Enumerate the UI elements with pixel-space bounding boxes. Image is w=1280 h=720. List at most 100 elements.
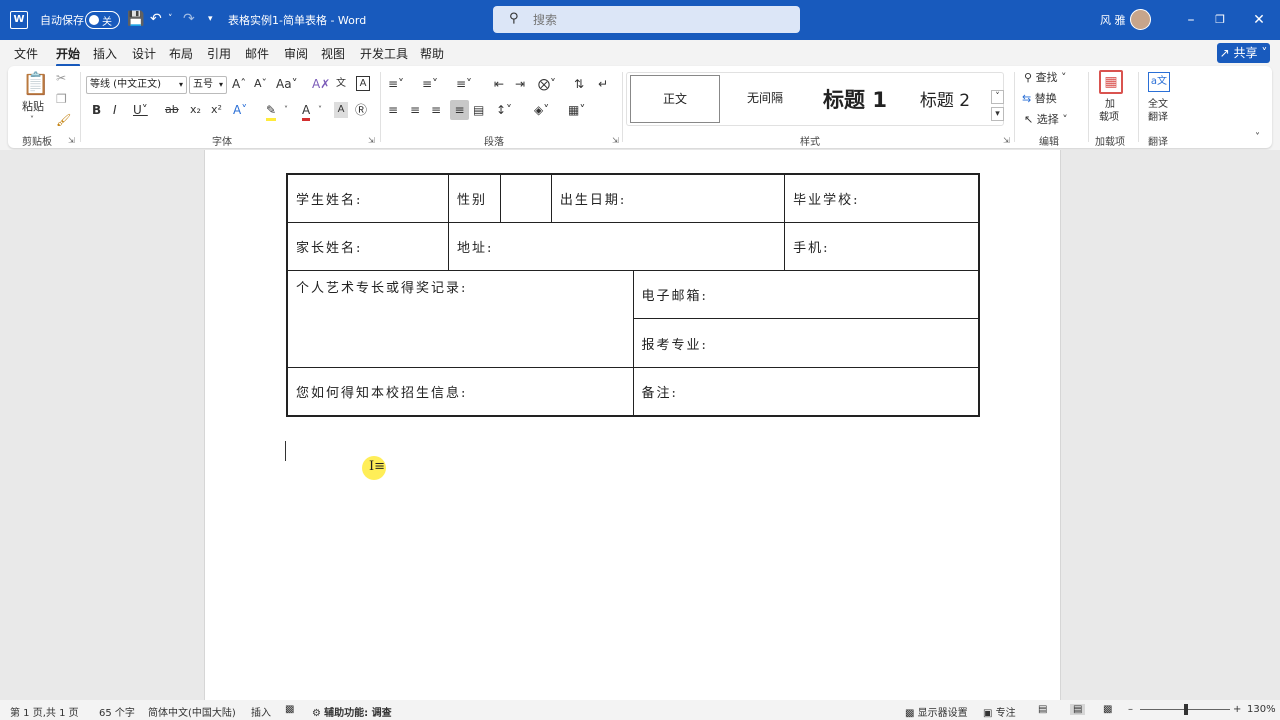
show-marks-icon[interactable]: ↵ [598,76,608,92]
paste-dropdown-icon[interactable]: ˅ [30,112,34,128]
minimize-icon[interactable]: – [1178,8,1204,32]
underline-icon[interactable]: U˅ [133,102,148,118]
redo-icon[interactable]: ↷ [183,10,195,28]
styles-more-icon[interactable]: ▾ [991,107,1004,121]
read-mode-icon[interactable]: ▤ [1038,704,1047,715]
close-icon[interactable]: ✕ [1246,8,1272,32]
italic-icon[interactable]: I [113,102,117,118]
address-cell[interactable]: 地址: [448,221,786,271]
shading-icon[interactable]: ◈˅ [534,102,549,118]
customize-toolbar-icon[interactable]: ▾ [208,10,213,28]
style-heading-2[interactable]: 标题 2 [900,75,990,123]
translate-icon[interactable]: a文 [1148,72,1170,92]
decrease-indent-icon[interactable]: ⇤ [494,76,504,92]
addins-icon[interactable]: ▦ [1099,70,1123,94]
avatar[interactable] [1130,9,1151,30]
increase-indent-icon[interactable]: ⇥ [515,76,525,92]
style-normal[interactable]: 正文 [630,75,720,123]
parent-name-cell[interactable]: 家长姓名: [286,221,450,271]
major-cell[interactable]: 报考专业: [632,318,980,369]
styles-scroll-down-icon[interactable]: ˅ [991,90,1004,104]
addins-label-line2[interactable]: 载项 [1099,110,1119,126]
undo-icon[interactable]: ↶ [150,10,162,28]
cut-icon[interactable]: ✂ [56,70,66,86]
page-info[interactable]: 第 1 页,共 1 页 [10,704,79,719]
gender-cell[interactable]: 性别 [448,173,501,223]
translate-label-line2[interactable]: 翻译 [1148,110,1168,126]
font-name-select[interactable]: 等线 (中文正文) ▾ [86,76,187,94]
copy-icon[interactable]: ❐ [56,91,67,107]
tab-developer[interactable]: 开发工具 [360,45,408,62]
phone-cell[interactable]: 手机: [784,221,980,271]
replace-button[interactable]: ⇆ 替换 [1022,91,1057,107]
insert-mode[interactable]: 插入 [251,704,271,719]
multilevel-list-icon[interactable]: ≡˅ [456,76,472,92]
remarks-cell[interactable]: 备注: [632,367,980,417]
borders-icon[interactable]: ▦˅ [568,102,585,118]
font-color-dropdown-icon[interactable]: ˅ [318,102,322,118]
info-source-cell[interactable]: 您如何得知本校招生信息: [286,367,634,417]
tab-home[interactable]: 开始 [56,45,81,67]
align-right-icon[interactable]: ≡ [431,102,441,118]
enclose-characters-icon[interactable]: Ⓡ [355,102,367,118]
accessibility-button[interactable]: ⚙ 辅助功能: 调查 [312,704,392,719]
find-button[interactable]: ⚲ 查找 ˅ [1024,70,1067,86]
tab-review[interactable]: 审阅 [284,45,308,62]
paste-icon[interactable]: 📋 [22,72,49,98]
birth-date-cell[interactable]: 出生日期: [550,173,786,223]
align-center-icon[interactable]: ≡ [410,102,420,118]
zoom-slider-thumb[interactable] [1184,704,1188,715]
bold-icon[interactable]: B [92,102,101,118]
shrink-font-icon[interactable]: Aˇ [254,76,267,92]
format-painter-icon[interactable]: 🖌 [56,112,71,128]
clipboard-launcher-icon[interactable]: ⇲ [68,136,75,145]
style-heading-1[interactable]: 标题 1 [810,75,900,123]
distributed-icon[interactable]: ▤ [473,102,484,118]
print-layout-icon[interactable]: ▤ [1070,704,1086,715]
line-spacing-icon[interactable]: ↕˅ [496,102,512,118]
restore-icon[interactable]: ❐ [1207,8,1233,32]
student-name-cell[interactable]: 学生姓名: [286,173,450,223]
paragraph-launcher-icon[interactable]: ⇲ [612,136,619,145]
change-case-icon[interactable]: Aa˅ [276,76,298,92]
superscript-icon[interactable]: x² [211,102,222,118]
tab-mailings[interactable]: 邮件 [245,45,269,62]
tab-insert[interactable]: 插入 [93,45,117,62]
gender-value-cell[interactable] [499,173,552,223]
tab-design[interactable]: 设计 [132,45,156,62]
zoom-level[interactable]: 130% [1247,704,1276,715]
strikethrough-icon[interactable]: ab [165,102,179,118]
share-button[interactable]: ↗ 共享 ˅ [1217,43,1270,63]
asian-layout-icon[interactable]: ⨂˅ [538,76,556,92]
subscript-icon[interactable]: x₂ [190,102,201,118]
art-record-cell[interactable]: 个人艺术专长或得奖记录: [286,269,634,369]
styles-launcher-icon[interactable]: ⇲ [1003,136,1010,145]
undo-dropdown-icon[interactable]: ˅ [168,10,173,28]
character-border-icon[interactable]: A [356,76,370,91]
font-color-icon[interactable]: A [302,102,311,121]
font-launcher-icon[interactable]: ⇲ [368,136,375,145]
phonetic-guide-icon[interactable]: 文 [336,76,346,92]
tab-file[interactable]: 文件 [14,45,38,62]
user-name[interactable]: 风 雅 [1100,12,1126,28]
macro-record-icon[interactable]: ▩ [285,704,294,715]
tab-help[interactable]: 帮助 [420,45,444,62]
tab-references[interactable]: 引用 [207,45,231,62]
graduate-school-cell[interactable]: 毕业学校: [784,173,980,223]
save-icon[interactable]: 💾 [127,10,144,28]
email-cell[interactable]: 电子邮箱: [632,269,980,320]
select-button[interactable]: ↖ 选择 ˅ [1024,112,1068,128]
grow-font-icon[interactable]: Aˆ [232,76,246,92]
search-input[interactable] [533,11,773,28]
language[interactable]: 简体中文(中国大陆) [148,704,236,719]
highlight-icon[interactable]: ✎ [266,102,277,121]
zoom-in-icon[interactable]: + [1233,704,1241,715]
sort-icon[interactable]: ⇅ [574,76,584,92]
zoom-out-icon[interactable]: – [1128,704,1133,715]
search-box[interactable]: ⚲ [493,6,800,33]
text-effects-icon[interactable]: A˅ [233,102,247,118]
autosave-toggle[interactable]: 关 [85,11,120,29]
highlight-dropdown-icon[interactable]: ˅ [284,102,288,118]
focus-button[interactable]: ▣ 专注 [983,704,1016,719]
align-left-icon[interactable]: ≡ [388,102,398,118]
